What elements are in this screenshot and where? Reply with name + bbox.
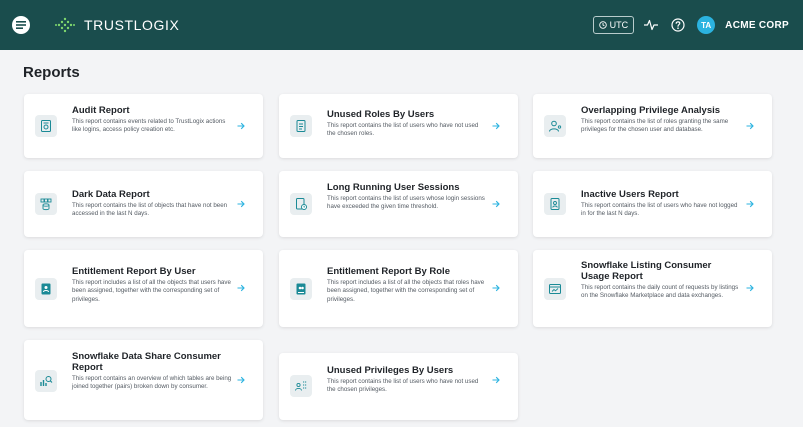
- report-description: This report contains the list of users w…: [327, 378, 479, 394]
- arrow-right-icon[interactable]: [236, 375, 246, 385]
- report-title: Overlapping Privilege Analysis: [581, 105, 721, 116]
- report-card-snowflake-data-share[interactable]: Snowflake Data Share Consumer Report Thi…: [24, 340, 263, 420]
- report-description: This report contains the list of users w…: [581, 202, 738, 218]
- arrow-right-icon[interactable]: [491, 375, 501, 385]
- report-card-inactive-users[interactable]: Inactive Users Report This report contai…: [533, 171, 772, 237]
- user-document-icon: [544, 193, 566, 215]
- report-title: Entitlement Report By User: [72, 266, 196, 277]
- database-icon: [35, 193, 57, 215]
- report-title: Dark Data Report: [72, 189, 150, 200]
- brand-name: TRUSTLOGIX: [84, 17, 180, 33]
- arrow-right-icon[interactable]: [491, 199, 501, 209]
- report-card-snowflake-listing[interactable]: Snowflake Listing Consumer Usage Report …: [533, 250, 772, 327]
- user-entitlement-icon: [35, 278, 57, 300]
- report-description: This report includes a list of all the o…: [327, 279, 485, 303]
- report-description: This report contains the list of users w…: [327, 122, 479, 138]
- arrow-right-icon[interactable]: [236, 121, 246, 131]
- arrow-right-icon[interactable]: [491, 121, 501, 131]
- logo-mark-icon: [55, 17, 75, 33]
- report-card-long-running-sessions[interactable]: Long Running User Sessions This report c…: [279, 171, 518, 237]
- report-title: Unused Privileges By Users: [327, 365, 454, 376]
- top-bar: TRUSTLOGIX UTC TA ACME CORP: [0, 0, 803, 50]
- browser-chart-icon: [544, 278, 566, 300]
- role-entitlement-icon: [290, 278, 312, 300]
- report-title: Snowflake Data Share Consumer Report: [72, 351, 221, 373]
- page-title: Reports: [23, 64, 80, 81]
- activity-icon[interactable]: [643, 19, 659, 31]
- document-icon: [290, 115, 312, 137]
- clock-icon: [598, 21, 607, 29]
- org-name[interactable]: ACME CORP: [725, 20, 789, 31]
- user-list-icon: [290, 375, 312, 397]
- report-title: Audit Report: [72, 105, 130, 116]
- clock-document-icon: [290, 193, 312, 215]
- report-description: This report includes a list of all the o…: [72, 279, 231, 303]
- report-card-entitlement-by-user[interactable]: Entitlement Report By User This report i…: [24, 250, 263, 327]
- report-title: Snowflake Listing Consumer Usage Report: [581, 260, 712, 282]
- report-description: This report contains the list of objects…: [72, 202, 228, 218]
- report-card-entitlement-by-role[interactable]: Entitlement Report By Role This report i…: [279, 250, 518, 327]
- arrow-right-icon[interactable]: [236, 199, 246, 209]
- timezone-label: UTC: [609, 20, 629, 30]
- report-title: Entitlement Report By Role: [327, 266, 450, 277]
- help-icon[interactable]: [671, 18, 685, 32]
- users-key-icon: [544, 115, 566, 137]
- arrow-right-icon[interactable]: [745, 199, 755, 209]
- avatar[interactable]: TA: [697, 16, 716, 34]
- report-card-dark-data[interactable]: Dark Data Report This report contains th…: [24, 171, 263, 237]
- report-description: This report contains the list of roles g…: [581, 118, 729, 134]
- timezone-button[interactable]: UTC: [592, 16, 635, 34]
- arrow-right-icon[interactable]: [236, 283, 246, 293]
- report-title: Inactive Users Report: [581, 189, 679, 200]
- report-card-audit[interactable]: Audit Report This report contains events…: [24, 94, 263, 158]
- report-description: This report contains the list of users w…: [327, 195, 485, 211]
- arrow-right-icon[interactable]: [745, 121, 755, 131]
- report-description: This report contains events related to T…: [72, 118, 226, 134]
- audit-icon: [35, 115, 57, 137]
- report-card-unused-privileges[interactable]: Unused Privileges By Users This report c…: [279, 353, 518, 420]
- chart-search-icon: [35, 370, 57, 392]
- arrow-right-icon[interactable]: [491, 283, 501, 293]
- arrow-right-icon[interactable]: [745, 283, 755, 293]
- report-title: Long Running User Sessions: [327, 182, 460, 193]
- brand-logo[interactable]: TRUSTLOGIX: [54, 17, 179, 33]
- report-card-overlapping-privilege[interactable]: Overlapping Privilege Analysis This repo…: [533, 94, 772, 158]
- report-description: This report contains an overview of whic…: [72, 375, 232, 391]
- report-title: Unused Roles By Users: [327, 109, 435, 120]
- report-card-unused-roles[interactable]: Unused Roles By Users This report contai…: [279, 94, 518, 158]
- menu-icon[interactable]: [12, 16, 30, 34]
- report-description: This report contains the daily count of …: [581, 284, 739, 300]
